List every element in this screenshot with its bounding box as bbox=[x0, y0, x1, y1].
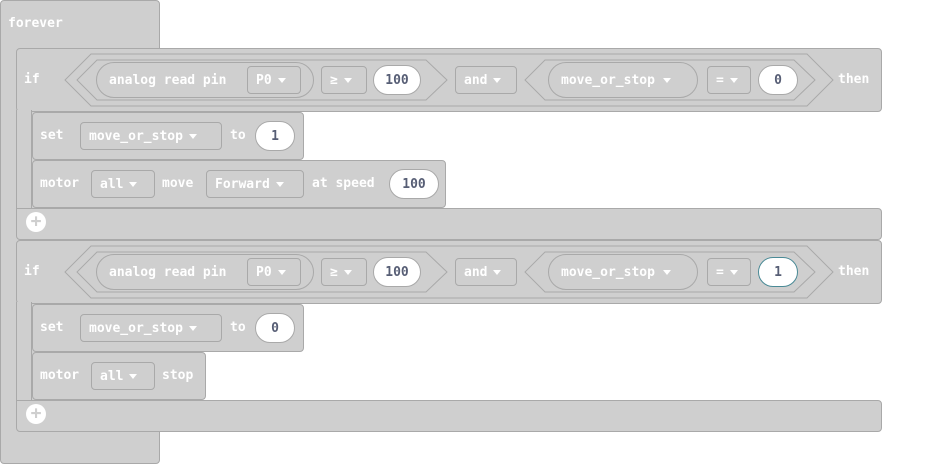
if-block-2-footer bbox=[16, 400, 882, 432]
threshold-input[interactable]: 100 bbox=[373, 257, 421, 287]
set-variable-dropdown[interactable]: move_or_stop bbox=[80, 122, 222, 150]
equals-op-dropdown[interactable]: = bbox=[707, 258, 751, 286]
threshold-input[interactable]: 100 bbox=[373, 65, 421, 95]
direction-dropdown[interactable]: Forward bbox=[206, 170, 304, 198]
motor-select-dropdown[interactable]: all bbox=[91, 362, 155, 390]
compare-value-input[interactable]: 0 bbox=[758, 65, 798, 95]
caret-down-icon bbox=[129, 373, 138, 379]
if-block-1-footer bbox=[16, 208, 882, 240]
set-variable-dropdown[interactable]: move_or_stop bbox=[80, 314, 222, 342]
caret-down-icon bbox=[343, 269, 352, 275]
caret-down-icon bbox=[343, 77, 352, 83]
pin-dropdown[interactable]: P0 bbox=[247, 258, 301, 286]
if-block-2-arm bbox=[16, 302, 32, 402]
caret-down-icon bbox=[188, 133, 197, 139]
to-label: to bbox=[230, 128, 246, 143]
caret-down-icon bbox=[277, 77, 286, 83]
add-icon[interactable]: + bbox=[26, 404, 46, 424]
motor-label: motor bbox=[40, 368, 80, 383]
caret-down-icon bbox=[729, 269, 738, 275]
motor-label: motor bbox=[40, 176, 80, 191]
caret-down-icon bbox=[729, 77, 738, 83]
caret-down-icon bbox=[662, 77, 671, 83]
forever-label: forever bbox=[8, 16, 63, 31]
caret-down-icon bbox=[275, 181, 284, 187]
then-label: then bbox=[838, 264, 870, 279]
move-label: move bbox=[162, 176, 194, 191]
if-label: if bbox=[24, 264, 40, 279]
set-value-input[interactable]: 0 bbox=[255, 313, 295, 343]
logic-op-dropdown[interactable]: and bbox=[455, 66, 517, 94]
caret-down-icon bbox=[493, 77, 502, 83]
logic-op-dropdown[interactable]: and bbox=[455, 258, 517, 286]
caret-down-icon bbox=[662, 269, 671, 275]
speed-input[interactable]: 100 bbox=[389, 169, 439, 199]
caret-down-icon bbox=[493, 269, 502, 275]
if-block-1-arm bbox=[16, 110, 32, 210]
analog-read-label: analog read pin bbox=[109, 264, 227, 280]
caret-down-icon bbox=[188, 325, 197, 331]
pin-dropdown[interactable]: P0 bbox=[247, 66, 301, 94]
set-label: set bbox=[40, 320, 64, 335]
to-label: to bbox=[230, 320, 246, 335]
motor-select-dropdown[interactable]: all bbox=[91, 170, 155, 198]
variable-reporter[interactable]: move_or_stop bbox=[548, 254, 698, 290]
analog-read-label: analog read pin bbox=[109, 72, 227, 88]
set-label: set bbox=[40, 128, 64, 143]
caret-down-icon bbox=[277, 269, 286, 275]
if-label: if bbox=[24, 72, 40, 87]
compare-op-dropdown[interactable]: ≥ bbox=[321, 258, 367, 286]
stop-label: stop bbox=[162, 368, 194, 383]
equals-op-dropdown[interactable]: = bbox=[707, 66, 751, 94]
compare-value-input[interactable]: 1 bbox=[758, 257, 798, 287]
compare-op-dropdown[interactable]: ≥ bbox=[321, 66, 367, 94]
set-value-input[interactable]: 1 bbox=[255, 121, 295, 151]
caret-down-icon bbox=[129, 181, 138, 187]
then-label: then bbox=[838, 72, 870, 87]
at-speed-label: at speed bbox=[312, 176, 375, 191]
add-icon[interactable]: + bbox=[26, 212, 46, 232]
variable-reporter[interactable]: move_or_stop bbox=[548, 62, 698, 98]
